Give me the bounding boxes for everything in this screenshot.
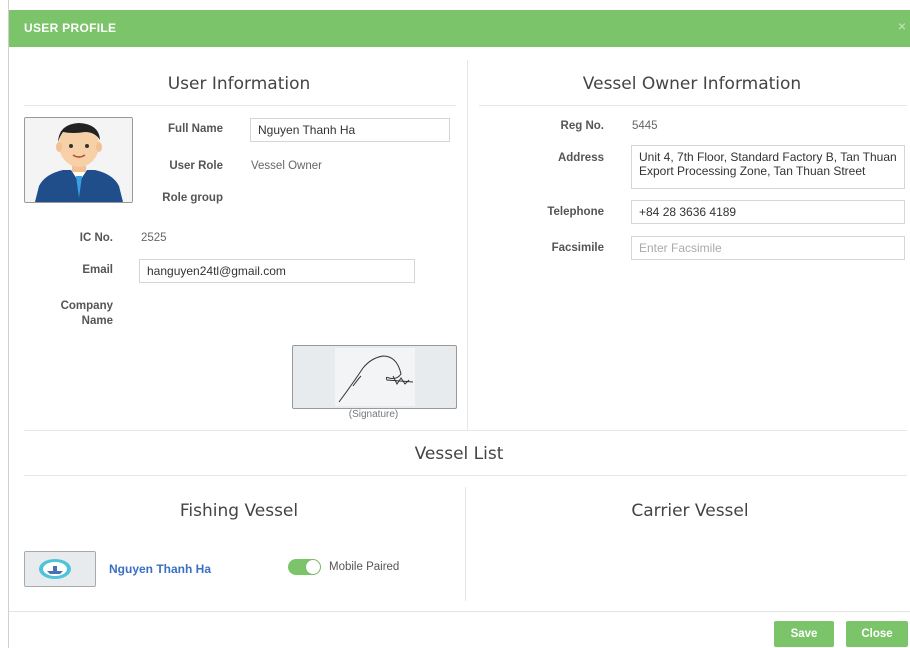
reg-no-value: 5445	[632, 120, 658, 132]
ic-no-label: IC No.	[79, 232, 113, 244]
email-input[interactable]	[139, 259, 415, 283]
divider	[24, 430, 907, 431]
toggle-knob	[306, 560, 320, 574]
close-icon[interactable]: ×	[898, 18, 906, 34]
signature-caption: (Signature)	[348, 409, 399, 420]
telephone-label: Telephone	[547, 206, 604, 218]
full-name-label: Full Name	[168, 123, 223, 135]
user-profile-modal: USER PROFILE × User Information Full Nam…	[9, 10, 910, 648]
owner-info-title: Vessel Owner Information	[582, 74, 802, 94]
left-edge	[0, 0, 9, 648]
reg-no-label: Reg No.	[560, 120, 604, 132]
save-button[interactable]: Save	[774, 621, 834, 647]
address-label: Address	[557, 152, 604, 164]
company-label-line: Company	[60, 300, 113, 312]
user-info-title: User Information	[167, 74, 311, 94]
close-button[interactable]: Close	[846, 621, 908, 647]
user-avatar-icon	[25, 118, 132, 202]
vessel-icon	[39, 559, 71, 579]
telephone-input[interactable]	[631, 200, 905, 224]
avatar	[24, 117, 133, 203]
full-name-input[interactable]	[250, 118, 450, 142]
modal-title: USER PROFILE	[24, 21, 117, 35]
footer-divider	[9, 611, 910, 612]
user-role-value: Vessel Owner	[251, 160, 322, 172]
signature-image	[335, 348, 415, 406]
divider	[24, 105, 456, 106]
carrier-vessel-title: Carrier Vessel	[631, 501, 749, 521]
signature-box[interactable]	[292, 345, 457, 409]
fishing-vessel-title: Fishing Vessel	[179, 501, 299, 521]
vessel-thumbnail[interactable]	[24, 551, 96, 587]
email-label: Email	[82, 264, 113, 276]
ic-no-value: 2525	[141, 232, 167, 244]
mobile-paired-toggle[interactable]	[288, 559, 321, 575]
divider	[465, 487, 466, 601]
facsimile-input[interactable]	[631, 236, 905, 260]
company-name-label: Company Name	[29, 299, 113, 329]
user-role-label: User Role	[169, 160, 223, 172]
modal-header: USER PROFILE ×	[9, 10, 910, 47]
address-textarea[interactable]: Unit 4, 7th Floor, Standard Factory B, T…	[631, 145, 905, 189]
facsimile-label: Facsimile	[551, 242, 604, 254]
divider	[467, 60, 468, 430]
vessel-list-title: Vessel List	[414, 444, 504, 464]
divider	[479, 105, 907, 106]
divider	[24, 475, 907, 476]
role-group-label: Role group	[162, 192, 223, 204]
company-label-line: Name	[81, 315, 113, 327]
vessel-name-link[interactable]: Nguyen Thanh Ha	[109, 562, 211, 576]
mobile-paired-label: Mobile Paired	[329, 561, 400, 573]
